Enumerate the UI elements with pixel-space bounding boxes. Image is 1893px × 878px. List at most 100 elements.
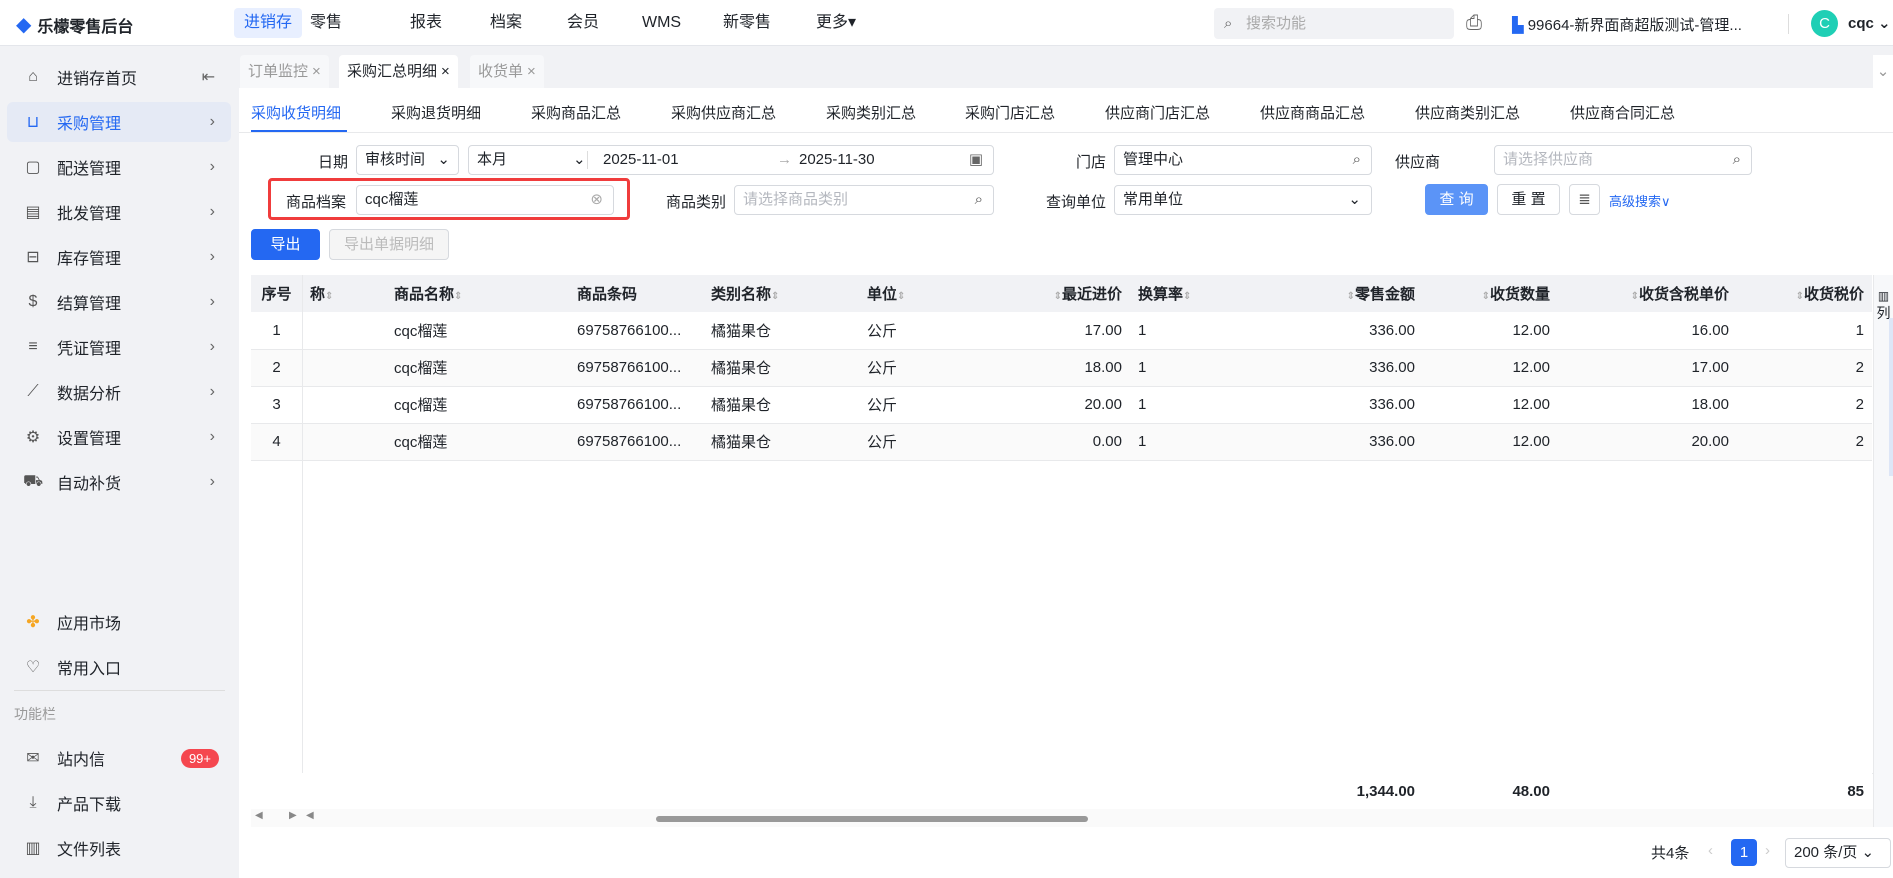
subtab-3[interactable]: 采购供应商汇总 <box>671 102 776 123</box>
column-header[interactable]: ⇕收货数量 <box>1423 275 1558 312</box>
date-type-select[interactable]: 审核时间 ⌄ <box>356 145 459 175</box>
column-header[interactable]: ⇕收货含税单价 <box>1558 275 1737 312</box>
reset-button[interactable]: 重 置 <box>1497 184 1560 215</box>
scroll-left-icon[interactable]: ◀ <box>255 810 263 821</box>
avatar[interactable]: C <box>1811 10 1838 37</box>
table-row[interactable]: 3 cqc榴莲 69758766100... 橘猫果仓 公斤 20.00 1 336.00 12… <box>251 386 1872 424</box>
nav-item-0[interactable]: 进销存 <box>234 8 303 38</box>
sort-icon[interactable]: ⇕ <box>454 291 462 302</box>
table-row[interactable]: 4 cqc榴莲 69758766100... 橘猫果仓 公斤 0.00 1 336.00 12.… <box>251 423 1872 461</box>
column-header[interactable]: 称⇕ <box>302 275 386 312</box>
print-icon[interactable]: ⎙ <box>1466 12 1482 35</box>
page-1-button[interactable]: 1 <box>1731 839 1757 866</box>
collapse-icon[interactable]: ⇤ <box>202 67 215 87</box>
close-icon[interactable]: × <box>312 63 321 80</box>
search-input[interactable]: ⌕ 搜索功能 <box>1214 8 1454 39</box>
unit-select[interactable]: 常用单位 ⌄ <box>1114 185 1372 215</box>
subtab-1[interactable]: 采购退货明细 <box>391 102 481 123</box>
page-size-select[interactable]: 200 条/页 ⌄ <box>1785 838 1891 868</box>
sort-icon[interactable]: ⇕ <box>325 291 333 302</box>
tab-2[interactable]: 收货单 × <box>470 55 544 88</box>
subtab-5[interactable]: 采购门店汇总 <box>965 102 1055 123</box>
nav-item-7[interactable]: 更多▾ <box>806 8 866 38</box>
scroll-right-icon[interactable]: ▶ <box>289 810 297 821</box>
column-header[interactable]: 商品条码 <box>569 275 703 312</box>
sidebar-favorites[interactable]: ♡ 常用入口 <box>7 647 231 687</box>
sort-icon[interactable]: ⇕ <box>897 291 905 302</box>
filter-settings-icon[interactable]: ≣ <box>1569 184 1600 215</box>
sidebar-item-2[interactable]: ▢ 配送管理 › <box>7 147 231 187</box>
export-detail-button[interactable]: 导出单据明细 <box>329 229 449 260</box>
category-input[interactable]: 请选择商品类别 ⌕ <box>734 185 994 215</box>
sidebar-item-5[interactable]: $ 结算管理 › <box>7 282 231 322</box>
subtab-8[interactable]: 供应商类别汇总 <box>1415 102 1520 123</box>
sidebar-tool-1[interactable]: ⤓ 产品下载 <box>7 783 231 823</box>
table-row[interactable]: 2 cqc榴莲 69758766100... 橘猫果仓 公斤 18.00 1 336.00 12… <box>251 349 1872 387</box>
clear-icon[interactable]: ⊗ <box>590 186 603 214</box>
store-label: 门店 <box>1075 154 1106 171</box>
sidebar-item-4[interactable]: ⊟ 库存管理 › <box>7 237 231 277</box>
supplier-input[interactable]: 请选择供应商 ⌕ <box>1494 145 1752 175</box>
column-header[interactable]: 单位⇕ <box>859 275 995 312</box>
nav-item-6[interactable]: 新零售 <box>713 8 781 38</box>
sort-icon[interactable]: ⇕ <box>1183 291 1191 302</box>
column-header[interactable]: ⇕最近进价 <box>995 275 1130 312</box>
query-button[interactable]: 查 询 <box>1425 184 1488 215</box>
sort-icon[interactable]: ⇕ <box>1796 291 1804 302</box>
nav-item-4[interactable]: 会员 <box>557 8 609 38</box>
logo[interactable]: ◆ 乐檬零售后台 <box>16 12 133 37</box>
subtab-4[interactable]: 采购类别汇总 <box>826 102 916 123</box>
column-settings-panel[interactable]: ▥ 列 <box>1873 275 1893 827</box>
sidebar-app-market[interactable]: ✤ 应用市场 <box>7 602 231 642</box>
sidebar-tool-0[interactable]: ✉ 站内信 99+ <box>7 738 231 778</box>
store-input[interactable]: 管理中心 ⌕ <box>1114 145 1372 175</box>
subtab-6[interactable]: 供应商门店汇总 <box>1105 102 1210 123</box>
subtab-7[interactable]: 供应商商品汇总 <box>1260 102 1365 123</box>
export-button[interactable]: 导出 <box>251 229 320 260</box>
subtab-9[interactable]: 供应商合同汇总 <box>1570 102 1675 123</box>
date-range-picker[interactable]: 本月 ⌄ 2025-11-01 → 2025-11-30 ▣ <box>468 145 994 175</box>
next-page-icon[interactable]: › <box>1765 842 1770 859</box>
column-header[interactable]: 序号 <box>251 275 302 312</box>
store-selector[interactable]: ▙ 99664-新界面商超版测试-管理... <box>1512 14 1742 35</box>
tab-1[interactable]: 采购汇总明细 × <box>339 55 458 88</box>
table-row[interactable]: 1 cqc榴莲 69758766100... 橘猫果仓 公斤 17.00 1 336.00 12… <box>251 312 1872 350</box>
column-header[interactable]: 换算率⇕ <box>1130 275 1288 312</box>
horizontal-scrollbar[interactable]: ◀ ▶ ◀ <box>251 809 1873 827</box>
tab-0[interactable]: 订单监控 × <box>240 55 329 88</box>
column-header[interactable]: 类别名称⇕ <box>703 275 859 312</box>
sidebar-item-8[interactable]: ⚙ 设置管理 › <box>7 417 231 457</box>
nav-item-1[interactable]: 零售 <box>300 8 352 38</box>
column-header[interactable]: 商品名称⇕ <box>386 275 569 312</box>
advanced-search-link[interactable]: 高级搜索∨ <box>1609 191 1671 210</box>
sidebar-item-3[interactable]: ▤ 批发管理 › <box>7 192 231 232</box>
column-header[interactable]: ⇕零售金额 <box>1288 275 1423 312</box>
sidebar-item-6[interactable]: ≡ 凭证管理 › <box>7 327 231 367</box>
close-icon[interactable]: × <box>527 63 536 80</box>
sort-icon[interactable]: ⇕ <box>771 291 779 302</box>
tabs-dropdown[interactable]: ⌄ <box>1873 55 1893 88</box>
subtab-0[interactable]: 采购收货明细 <box>251 102 341 123</box>
sort-icon[interactable]: ⇕ <box>1482 291 1490 302</box>
sidebar-item-9[interactable]: ⛟ 自动补货 › <box>7 462 231 502</box>
subtab-2[interactable]: 采购商品汇总 <box>531 102 621 123</box>
scroll-left-icon[interactable]: ◀ <box>306 810 314 821</box>
nav-item-5[interactable]: WMS <box>632 8 691 38</box>
nav-item-2[interactable]: 报表 <box>400 8 452 38</box>
sidebar-item-1[interactable]: ⊔ 采购管理 › <box>7 102 231 142</box>
scrollbar-thumb[interactable] <box>656 816 1088 822</box>
close-icon[interactable]: × <box>441 63 450 80</box>
sort-icon[interactable]: ⇕ <box>1631 291 1639 302</box>
sidebar-item-7[interactable]: ⟋ 数据分析 › <box>7 372 231 412</box>
nav-item-3[interactable]: 档案 <box>480 8 532 38</box>
user-menu[interactable]: cqc ⌄ <box>1848 14 1891 32</box>
column-header[interactable]: ⇕收货税价 <box>1737 275 1872 312</box>
sidebar-item-0[interactable]: ⌂ 进销存首页 ⇤ <box>7 57 231 97</box>
prev-page-icon[interactable]: ‹ <box>1708 842 1713 859</box>
sidebar-tool-2[interactable]: ▥ 文件列表 <box>7 828 231 868</box>
sort-icon[interactable]: ⇕ <box>1347 291 1355 302</box>
sort-icon[interactable]: ⇕ <box>1054 291 1062 302</box>
vertical-scrollbar[interactable] <box>1889 318 1893 476</box>
product-input[interactable]: cqc榴莲 ⊗ <box>356 185 614 215</box>
table-cell: 1 <box>1130 423 1288 461</box>
